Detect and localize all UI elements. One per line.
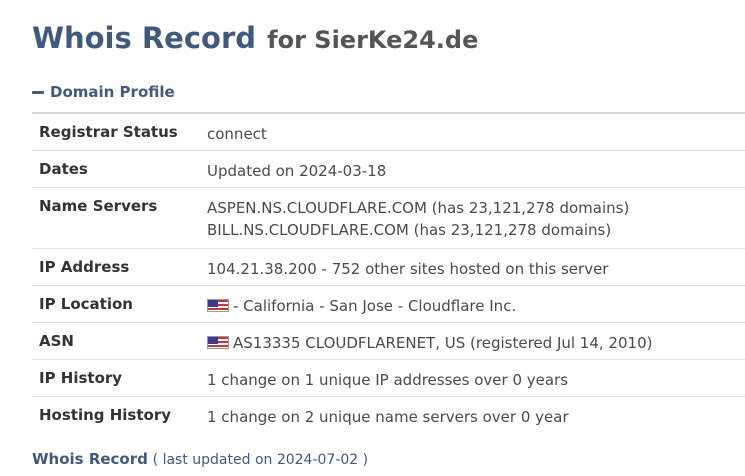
last-updated-note: ( last updated on 2024-07-02 ) — [152, 452, 369, 468]
domain-profile-table: Registrar Status connect Dates Updated o… — [32, 112, 745, 434]
row-value: Updated on 2024-03-18 — [207, 162, 387, 180]
page-title: Whois Record for SierKe24.de — [32, 18, 478, 56]
name-server-2: BILL.NS.CLOUDFLARE.COM (has 23,121,278 d… — [207, 221, 612, 239]
table-row-name-servers: Name Servers ASPEN.NS.CLOUDFLARE.COM (ha… — [32, 188, 745, 249]
row-value: 1 change on 2 unique name servers over 0… — [207, 408, 569, 426]
row-label: ASN — [39, 332, 74, 350]
asn-text: AS13335 CLOUDFLARENET, US (registered Ju… — [233, 334, 653, 352]
row-value: ASPEN.NS.CLOUDFLARE.COM (has 23,121,278 … — [201, 188, 745, 248]
table-row-asn: ASN AS13335 CLOUDFLARENET, US (registere… — [32, 323, 745, 360]
row-value: - California - San Jose - Cloudflare Inc… — [201, 286, 745, 322]
table-row-registrar-status: Registrar Status connect — [32, 114, 745, 151]
table-row-ip-history: IP History 1 change on 1 unique IP addre… — [32, 360, 745, 397]
row-label: Registrar Status — [39, 123, 178, 141]
whois-record-link[interactable]: Whois Record — [32, 450, 148, 468]
row-label: Hosting History — [39, 406, 172, 424]
row-label: IP Address — [39, 258, 130, 276]
name-server-1: ASPEN.NS.CLOUDFLARE.COM (has 23,121,278 … — [207, 199, 630, 217]
ip-location-text: - California - San Jose - Cloudflare Inc… — [233, 297, 517, 315]
row-value: 1 change on 1 unique IP addresses over 0… — [207, 371, 569, 389]
row-label: IP History — [39, 369, 123, 387]
page-title-main: Whois Record — [32, 21, 257, 55]
table-row-ip-location: IP Location - California - San Jose - Cl… — [32, 286, 745, 323]
row-label: IP Location — [39, 295, 133, 313]
us-flag-icon — [207, 336, 229, 349]
row-value: AS13335 CLOUDFLARENET, US (registered Ju… — [201, 323, 745, 359]
row-value: 104.21.38.200 - 752 other sites hosted o… — [207, 260, 609, 278]
minus-icon — [32, 90, 44, 94]
page-title-domain: for SierKe24.de — [267, 26, 479, 54]
domain-profile-toggle[interactable]: Domain Profile — [32, 83, 175, 101]
table-row-hosting-history: Hosting History 1 change on 2 unique nam… — [32, 397, 745, 434]
table-row-ip-address: IP Address 104.21.38.200 - 752 other sit… — [32, 249, 745, 286]
row-value: connect — [207, 125, 267, 143]
row-label: Name Servers — [39, 197, 158, 215]
section-title: Domain Profile — [50, 83, 175, 101]
row-label: Dates — [39, 160, 88, 178]
table-row-dates: Dates Updated on 2024-03-18 — [32, 151, 745, 188]
whois-record-footer: Whois Record ( last updated on 2024-07-0… — [32, 450, 368, 468]
us-flag-icon — [207, 299, 229, 312]
